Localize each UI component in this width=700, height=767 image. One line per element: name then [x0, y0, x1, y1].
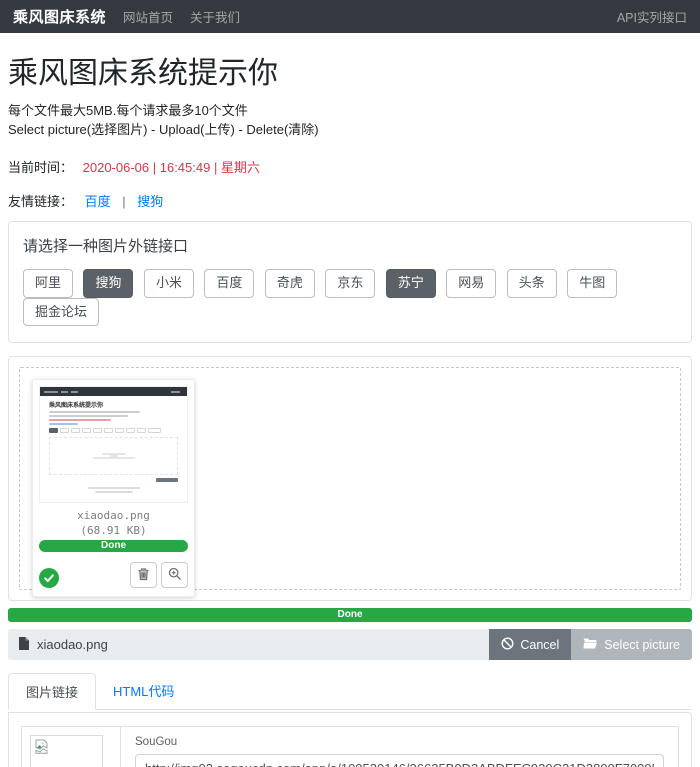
friend-link-sogou[interactable]: 搜狗 [137, 194, 163, 209]
file-thumbnail-preview[interactable]: 乘风图床系统提示你 [39, 386, 188, 503]
page-title: 乘风图床系统提示你 [8, 48, 692, 92]
current-time-row: 当前时间： 2020-06-06 | 16:45:49 | 星期六 [8, 157, 692, 176]
api-button-xiaomi[interactable]: 小米 [144, 269, 194, 298]
tab-image-links[interactable]: 图片链接 [8, 673, 96, 710]
mini-button-row [49, 428, 187, 433]
trash-icon [137, 567, 150, 584]
delete-file-button[interactable] [130, 562, 157, 588]
folder-icon [583, 637, 598, 652]
nav-link-about[interactable]: 关于我们 [190, 7, 240, 26]
link-url-input-sogou[interactable] [135, 754, 664, 767]
mini-text-line [49, 411, 140, 413]
selected-file-row: xiaodao.png Cancel Select picture [8, 629, 692, 660]
image-links-panel: SouGou SuNing [8, 712, 692, 767]
mini-dropzone [49, 437, 178, 475]
brand-title[interactable]: 乘风图床系统 [13, 6, 106, 27]
mini-links-line [49, 423, 78, 425]
overall-progress-bar: Done [8, 608, 692, 622]
mini-upload-button [49, 478, 178, 482]
card-progress-bar: Done [39, 540, 188, 552]
api-button-sogou[interactable]: 搜狗 [83, 269, 133, 298]
friend-links-row: 友情链接： 百度 | 搜狗 [8, 191, 692, 210]
api-panel-title: 请选择一种图片外链接口 [23, 235, 677, 256]
cancel-upload-button[interactable]: Cancel [489, 629, 571, 660]
api-button-niutu[interactable]: 牛图 [567, 269, 617, 298]
time-value: 2020-06-06 | 16:45:49 | 星期六 [83, 160, 260, 175]
mini-text-line [49, 415, 128, 417]
api-button-wangyi[interactable]: 网易 [446, 269, 496, 298]
top-navbar: 乘风图床系统 网站首页 关于我们 API实列接口 [0, 0, 700, 33]
mini-navbar [40, 387, 187, 396]
api-button-jd[interactable]: 京东 [325, 269, 375, 298]
friend-link-baidu[interactable]: 百度 [85, 194, 111, 209]
file-icon [18, 636, 30, 654]
upload-panel: 乘风图床系统提示你 [8, 356, 692, 601]
cancel-button-label: Cancel [520, 638, 559, 652]
time-label: 当前时间： [8, 160, 73, 175]
card-filename: xiaodao.png [39, 509, 188, 522]
upload-success-check-icon [39, 568, 59, 588]
api-button-juejin[interactable]: 掘金论坛 [23, 298, 99, 327]
api-button-row: 阿里 搜狗 小米 百度 奇虎 京东 苏宁 网易 头条 牛图 掘金论坛 [23, 269, 677, 327]
cancel-icon [501, 637, 514, 653]
select-picture-button[interactable]: Select picture [571, 629, 692, 660]
mini-title: 乘风图床系统提示你 [49, 400, 187, 409]
selected-file-name-area: xiaodao.png [8, 636, 489, 654]
api-button-baidu[interactable]: 百度 [204, 269, 254, 298]
link-row-sogou: SouGou [121, 727, 678, 767]
api-button-suning[interactable]: 苏宁 [386, 269, 436, 298]
link-label-sogou: SouGou [135, 736, 664, 748]
result-image-broken [30, 735, 103, 767]
nav-link-home[interactable]: 网站首页 [123, 7, 173, 26]
links-table: SouGou SuNing [21, 726, 679, 767]
limit-text: 每个文件最大5MB.每个请求最多10个文件 [8, 102, 692, 121]
nav-link-api[interactable]: API实列接口 [617, 7, 687, 26]
link-rows: SouGou SuNing [121, 727, 678, 767]
card-filesize: (68.91 KB) [39, 524, 188, 537]
actions-hint-text: Select picture(选择图片) - Upload(上传) - Dele… [8, 121, 692, 140]
result-tabs: 图片链接 HTML代码 [8, 673, 692, 710]
api-button-ali[interactable]: 阿里 [23, 269, 73, 298]
card-footer [39, 562, 188, 588]
mini-footer-lines [40, 485, 187, 493]
friend-links-label: 友情链接： [8, 194, 73, 209]
magnifier-plus-icon [168, 567, 182, 584]
api-button-qihu[interactable]: 奇虎 [265, 269, 315, 298]
api-select-panel: 请选择一种图片外链接口 阿里 搜狗 小米 百度 奇虎 京东 苏宁 网易 头条 牛… [8, 221, 692, 344]
zoom-preview-button[interactable] [161, 562, 188, 588]
selected-file-name: xiaodao.png [37, 637, 108, 652]
mini-time-line [49, 419, 111, 421]
tab-html-code[interactable]: HTML代码 [96, 673, 191, 709]
select-picture-button-label: Select picture [604, 638, 680, 652]
uploaded-file-card: 乘风图床系统提示你 [32, 379, 195, 597]
result-thumbnail-cell [22, 727, 121, 767]
broken-image-icon [34, 741, 49, 758]
card-action-buttons [130, 562, 188, 588]
friend-links-separator: | [122, 194, 125, 209]
api-button-toutiao[interactable]: 头条 [507, 269, 557, 298]
upload-dropzone[interactable]: 乘风图床系统提示你 [19, 367, 681, 590]
